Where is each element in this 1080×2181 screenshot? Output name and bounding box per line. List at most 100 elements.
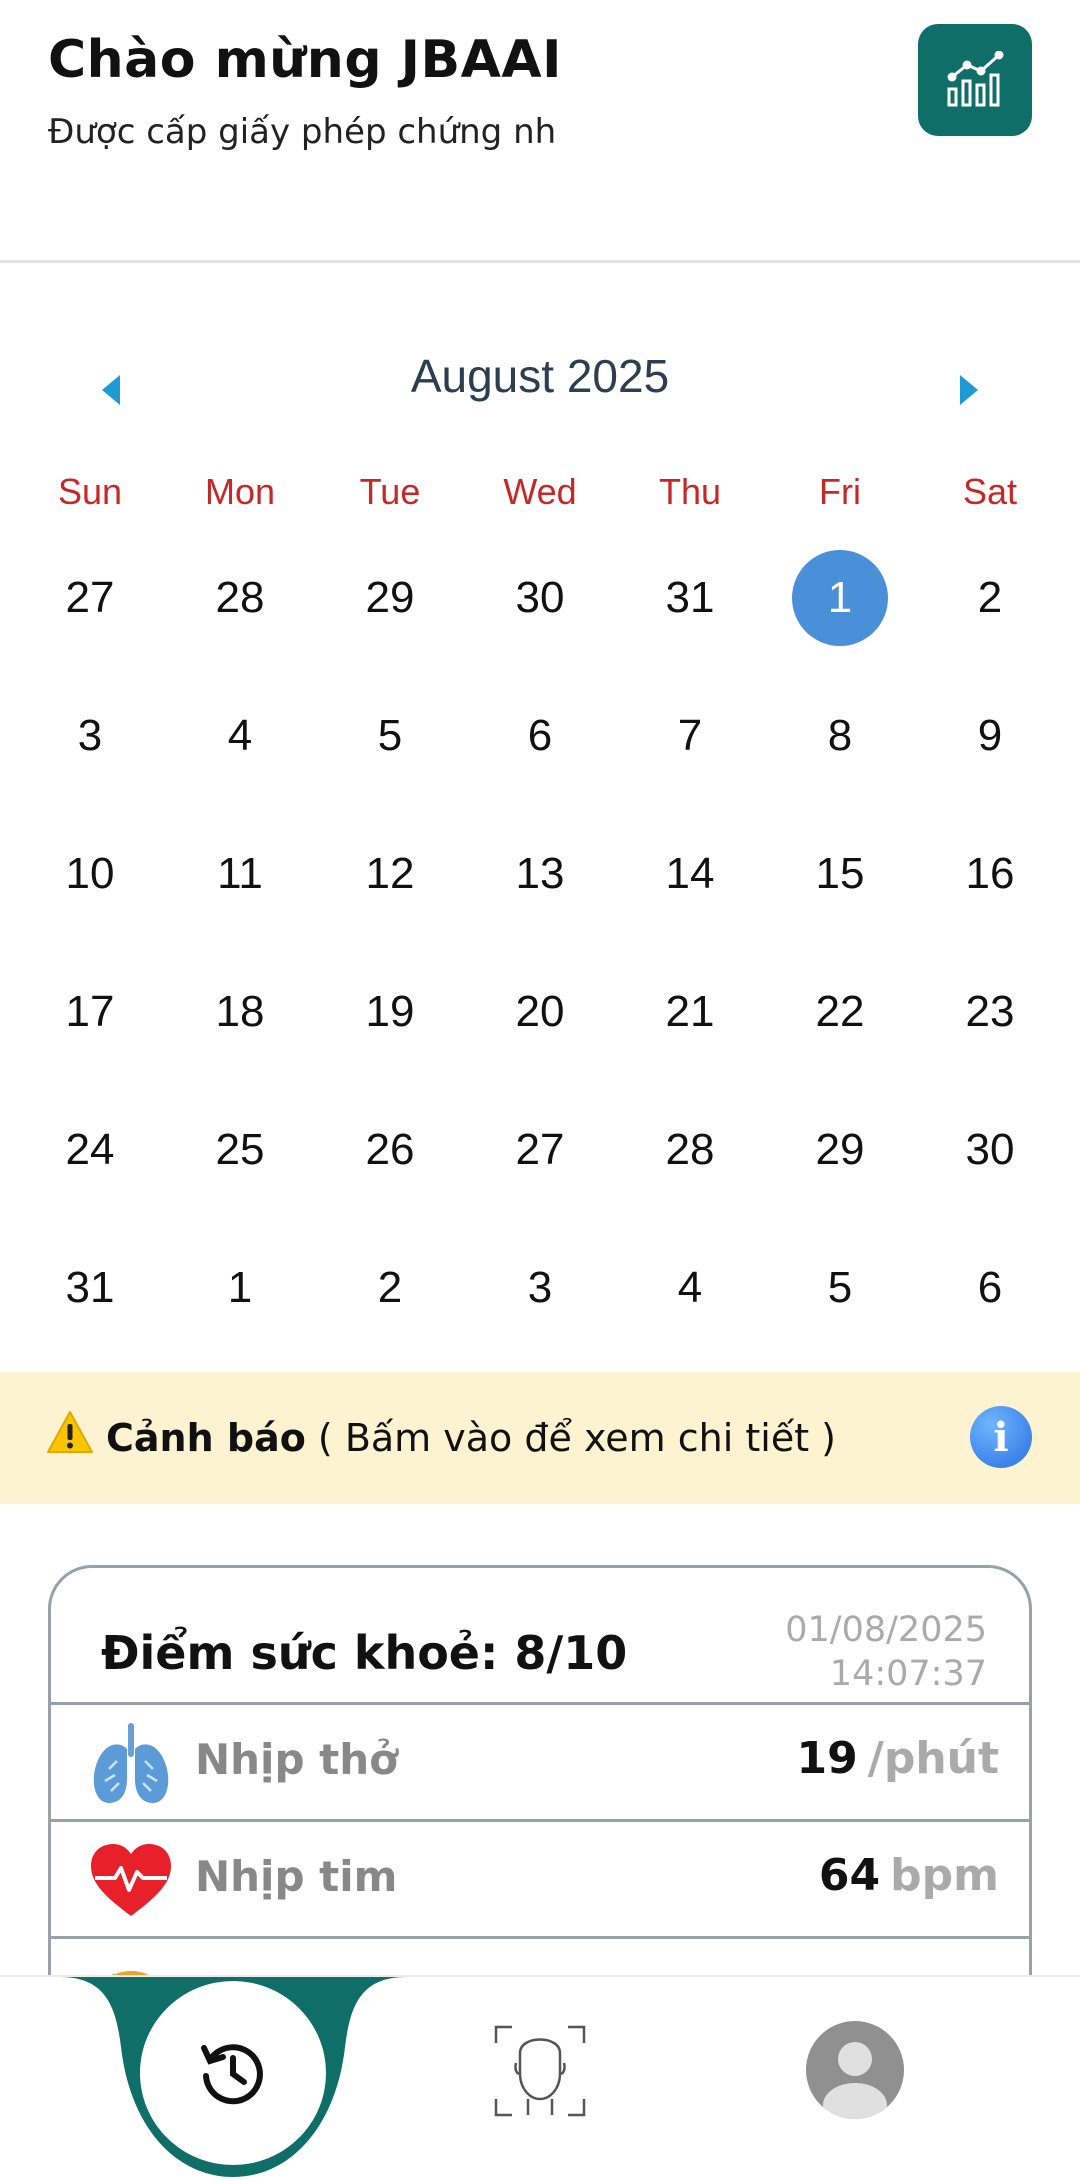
calendar-day[interactable]: 31 <box>615 550 765 688</box>
metric-number: 64 <box>818 1850 881 1901</box>
calendar-day[interactable]: 30 <box>915 1102 1065 1240</box>
calendar-day[interactable]: 20 <box>465 964 615 1102</box>
calendar-day[interactable]: 16 <box>915 826 1065 964</box>
profile-icon <box>823 2042 887 2119</box>
calendar-day[interactable]: 2 <box>915 550 1065 688</box>
profile-tab[interactable] <box>806 2021 904 2119</box>
measurement-datetime: 01/08/2025 14:07:37 <box>785 1608 987 1696</box>
statistics-button[interactable] <box>918 24 1032 136</box>
warning-title: Cảnh báo <box>106 1416 306 1460</box>
header: Chào mừng JBAAI Được cấp giấy phép chứng… <box>0 0 1080 262</box>
calendar-day-number: 17 <box>65 987 115 1036</box>
warning-detail: ( Bấm vào để xem chi tiết ) <box>317 1416 837 1460</box>
calendar-day-number: 25 <box>215 1125 265 1174</box>
calendar-day[interactable]: 22 <box>765 964 915 1102</box>
next-month-button[interactable] <box>948 360 988 420</box>
calendar-day-number: 21 <box>665 987 715 1036</box>
calendar-day[interactable]: 7 <box>615 688 765 826</box>
calendar-day[interactable]: 30 <box>465 550 615 688</box>
calendar-day[interactable]: 29 <box>765 1102 915 1240</box>
metric-row-heart-rate[interactable]: Nhịp tim 64 bpm <box>51 1822 1029 1939</box>
calendar-day-number: 19 <box>365 987 415 1036</box>
calendar-day-number: 7 <box>677 711 703 760</box>
calendar-day-number: 1 <box>227 1263 253 1312</box>
calendar-day-number: 20 <box>515 987 565 1036</box>
weekday-mon: Mon <box>204 471 276 512</box>
calendar-day[interactable]: 15 <box>765 826 915 964</box>
calendar-day[interactable]: 3 <box>465 1240 615 1378</box>
metric-value: 64 bpm <box>819 1850 999 1901</box>
measurement-time: 14:07:37 <box>829 1654 987 1694</box>
calendar-day[interactable]: 4 <box>615 1240 765 1378</box>
calendar-day[interactable]: 4 <box>165 688 315 826</box>
calendar-day[interactable]: 28 <box>165 550 315 688</box>
calendar-day-number: 3 <box>527 1263 553 1312</box>
health-score: Điểm sức khoẻ: 8/10 <box>101 1626 628 1680</box>
calendar-day[interactable]: 14 <box>615 826 765 964</box>
calendar-day-number: 26 <box>365 1125 415 1174</box>
calendar-day[interactable]: 18 <box>165 964 315 1102</box>
calendar-day-number: 11 <box>217 849 263 898</box>
calendar-day[interactable]: 5 <box>765 1240 915 1378</box>
caret-right-icon <box>960 375 978 405</box>
calendar-day-number: 31 <box>665 573 715 622</box>
calendar-day[interactable]: 9 <box>915 688 1065 826</box>
calendar-day[interactable]: 29 <box>315 550 465 688</box>
calendar-day[interactable]: 1 <box>165 1240 315 1378</box>
calendar-day[interactable]: 23 <box>915 964 1065 1102</box>
calendar-day[interactable]: 12 <box>315 826 465 964</box>
calendar-day[interactable]: 11 <box>165 826 315 964</box>
calendar-day[interactable]: 25 <box>165 1102 315 1240</box>
calendar-day-number: 2 <box>377 1263 403 1312</box>
metric-row-respiration[interactable]: Nhịp thở 19/phút <box>51 1705 1029 1822</box>
calendar-day-number: 5 <box>827 1263 853 1312</box>
calendar-day[interactable]: 31 <box>15 1240 165 1378</box>
calendar-day[interactable]: 26 <box>315 1102 465 1240</box>
metric-unit: /phút <box>867 1733 999 1784</box>
calendar-day[interactable]: 2 <box>315 1240 465 1378</box>
weekday-header: Sun Mon Tue Wed Thu Fri Sat <box>0 471 1080 513</box>
calendar-day[interactable]: 5 <box>315 688 465 826</box>
calendar-day[interactable]: 13 <box>465 826 615 964</box>
calendar: August 2025 Sun Mon Tue Wed Thu Fri Sat … <box>0 263 1080 1373</box>
calendar-day[interactable]: 27 <box>465 1102 615 1240</box>
calendar-day[interactable]: 24 <box>15 1102 165 1240</box>
calendar-day[interactable]: 6 <box>465 688 615 826</box>
face-scan-icon[interactable] <box>492 2023 588 2119</box>
weekday-fri: Fri <box>819 471 861 512</box>
history-tab[interactable] <box>140 1981 326 2165</box>
calendar-day-number: 8 <box>827 711 853 760</box>
info-button[interactable]: i <box>970 1406 1032 1468</box>
calendar-day[interactable]: 17 <box>15 964 165 1102</box>
warning-text: Cảnh báo ( Bấm vào để xem chi tiết ) <box>106 1416 836 1460</box>
calendar-day-number: 24 <box>65 1125 115 1174</box>
calendar-day[interactable]: 8 <box>765 688 915 826</box>
calendar-day-number: 18 <box>215 987 265 1036</box>
calendar-day[interactable]: 21 <box>615 964 765 1102</box>
calendar-day-number: 31 <box>65 1263 115 1312</box>
calendar-day-number: 12 <box>365 849 415 898</box>
calendar-day-number: 15 <box>815 849 865 898</box>
calendar-day[interactable]: 6 <box>915 1240 1065 1378</box>
calendar-day[interactable]: 3 <box>15 688 165 826</box>
calendar-day[interactable]: 28 <box>615 1102 765 1240</box>
metric-label: Nhịp tim <box>195 1852 398 1901</box>
calendar-day-number: 6 <box>527 711 553 760</box>
warning-banner[interactable]: Cảnh báo ( Bấm vào để xem chi tiết ) i <box>0 1372 1080 1504</box>
weekday-sat: Sat <box>962 471 1018 512</box>
calendar-day-number: 4 <box>677 1263 703 1312</box>
calendar-day-selected[interactable]: 1 <box>765 550 915 688</box>
calendar-day-number: 29 <box>815 1125 865 1174</box>
calendar-day[interactable]: 10 <box>15 826 165 964</box>
calendar-day-number: 4 <box>227 711 253 760</box>
calendar-day-number: 23 <box>965 987 1015 1036</box>
calendar-day-number: 22 <box>815 987 865 1036</box>
metric-number: 19 <box>796 1733 858 1784</box>
calendar-day[interactable]: 27 <box>15 550 165 688</box>
card-header: Điểm sức khoẻ: 8/10 01/08/2025 14:07:37 <box>51 1568 1029 1705</box>
calendar-day-number: 28 <box>215 573 265 622</box>
bottom-navigation <box>0 1975 1080 2181</box>
calendar-day[interactable]: 19 <box>315 964 465 1102</box>
heart-pulse-icon <box>91 1844 171 1916</box>
calendar-day-number: 30 <box>965 1125 1015 1174</box>
